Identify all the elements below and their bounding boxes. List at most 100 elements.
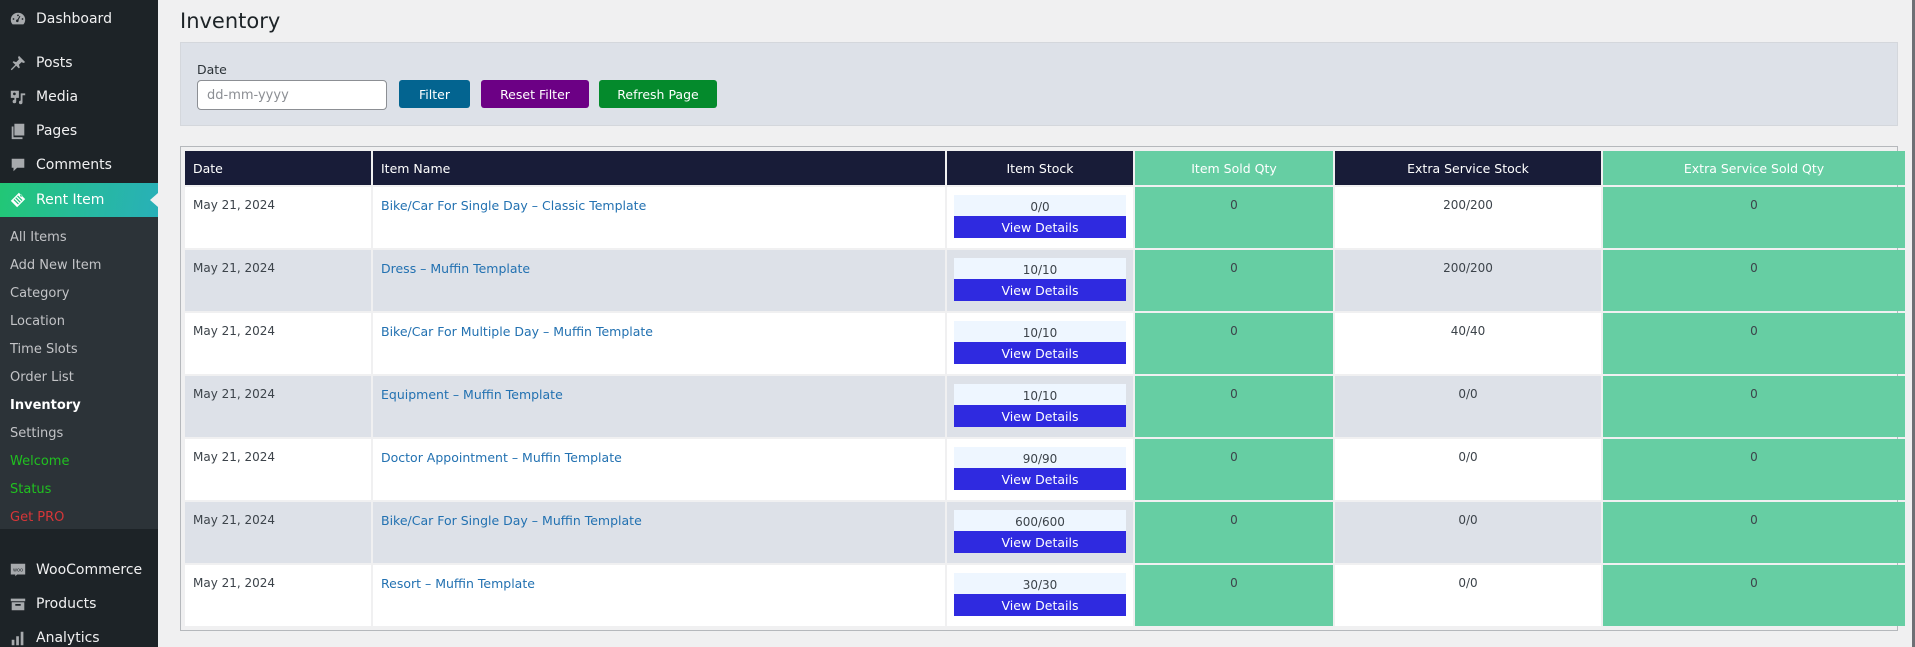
cell-item-sold-qty: 0 bbox=[1135, 376, 1333, 437]
table-row: May 21, 2024 Bike/Car For Single Day – M… bbox=[185, 502, 1905, 563]
cell-item-sold-qty: 0 bbox=[1135, 313, 1333, 374]
svg-text:woo: woo bbox=[13, 567, 23, 573]
submenu-item-get-pro[interactable]: Get PRO bbox=[0, 504, 158, 532]
view-details-button[interactable]: View Details bbox=[954, 531, 1126, 553]
cell-extra-service-sold-qty: 0 bbox=[1603, 439, 1905, 500]
submenu-item-add-new-item[interactable]: Add New Item bbox=[0, 252, 158, 280]
cell-date: May 21, 2024 bbox=[185, 313, 371, 374]
view-details-button[interactable]: View Details bbox=[954, 279, 1126, 301]
column-header-item-stock: Item Stock bbox=[947, 151, 1133, 185]
cell-item-name: Dress – Muffin Template bbox=[373, 250, 945, 311]
view-details-button[interactable]: View Details bbox=[954, 342, 1126, 364]
reset-filter-button[interactable]: Reset Filter bbox=[481, 80, 589, 108]
submenu-item-inventory[interactable]: Inventory bbox=[0, 392, 158, 420]
sidebar-item-products[interactable]: Products bbox=[0, 587, 158, 621]
cell-extra-service-sold-qty: 0 bbox=[1603, 250, 1905, 311]
view-details-button[interactable]: View Details bbox=[954, 594, 1126, 616]
sidebar-item-comments[interactable]: Comments bbox=[0, 148, 158, 182]
cell-date: May 21, 2024 bbox=[185, 250, 371, 311]
item-name-link[interactable]: Bike/Car For Single Day – Muffin Templat… bbox=[381, 513, 642, 528]
cell-extra-service-stock: 0/0 bbox=[1335, 565, 1601, 626]
tag-icon bbox=[0, 191, 36, 209]
submenu-item-time-slots[interactable]: Time Slots bbox=[0, 336, 158, 364]
sidebar-item-dashboard[interactable]: Dashboard bbox=[0, 2, 158, 36]
item-stock-value: 10/10 bbox=[954, 384, 1126, 405]
sidebar-item-label: Media bbox=[36, 89, 79, 105]
column-header-item-sold-qty: Item Sold Qty bbox=[1135, 151, 1333, 185]
cell-item-name: Bike/Car For Multiple Day – Muffin Templ… bbox=[373, 313, 945, 374]
cell-item-stock: 10/10 View Details bbox=[947, 313, 1133, 374]
sidebar-item-media[interactable]: Media bbox=[0, 80, 158, 114]
view-details-button[interactable]: View Details bbox=[954, 216, 1126, 238]
submenu-item-location[interactable]: Location bbox=[0, 308, 158, 336]
cell-item-name: Bike/Car For Single Day – Muffin Templat… bbox=[373, 502, 945, 563]
page-title: Inventory bbox=[180, 9, 281, 33]
item-stock-value: 90/90 bbox=[954, 447, 1126, 468]
submenu-item-welcome[interactable]: Welcome bbox=[0, 448, 158, 476]
table-row: May 21, 2024 Equipment – Muffin Template… bbox=[185, 376, 1905, 437]
sidebar-item-pages[interactable]: Pages bbox=[0, 114, 158, 148]
filter-button[interactable]: Filter bbox=[399, 80, 470, 108]
refresh-page-button[interactable]: Refresh Page bbox=[599, 80, 717, 108]
submenu-item-status[interactable]: Status bbox=[0, 476, 158, 504]
view-details-button[interactable]: View Details bbox=[954, 405, 1126, 427]
cell-item-sold-qty: 0 bbox=[1135, 502, 1333, 563]
sidebar-item-label: Dashboard bbox=[36, 11, 112, 27]
sidebar-item-analytics[interactable]: Analytics bbox=[0, 621, 158, 647]
cell-item-stock: 600/600 View Details bbox=[947, 502, 1133, 563]
sidebar-item-rent-item[interactable]: Rent Item bbox=[0, 183, 158, 217]
table-body: May 21, 2024 Bike/Car For Single Day – C… bbox=[185, 187, 1905, 626]
sidebar-item-woocommerce[interactable]: woo WooCommerce bbox=[0, 553, 158, 587]
cell-item-stock: 10/10 View Details bbox=[947, 250, 1133, 311]
item-stock-value: 10/10 bbox=[954, 258, 1126, 279]
archive-icon bbox=[0, 595, 36, 613]
cell-date: May 21, 2024 bbox=[185, 376, 371, 437]
rent-item-submenu: All Items Add New Item Category Location… bbox=[0, 217, 158, 529]
table-row: May 21, 2024 Dress – Muffin Template 10/… bbox=[185, 250, 1905, 311]
sidebar-item-label: WooCommerce bbox=[36, 562, 143, 578]
cell-item-stock: 90/90 View Details bbox=[947, 439, 1133, 500]
sidebar-item-posts[interactable]: Posts bbox=[0, 46, 158, 80]
date-input[interactable] bbox=[197, 80, 387, 110]
pin-icon bbox=[0, 54, 36, 72]
woo-icon: woo bbox=[0, 561, 36, 579]
column-header-extra-service-sold-qty: Extra Service Sold Qty bbox=[1603, 151, 1905, 185]
cell-extra-service-stock: 0/0 bbox=[1335, 502, 1601, 563]
cell-item-sold-qty: 0 bbox=[1135, 565, 1333, 626]
item-name-link[interactable]: Doctor Appointment – Muffin Template bbox=[381, 450, 622, 465]
sidebar-item-label: Analytics bbox=[36, 630, 100, 646]
submenu-item-settings[interactable]: Settings bbox=[0, 420, 158, 448]
column-header-date: Date bbox=[185, 151, 371, 185]
submenu-item-category[interactable]: Category bbox=[0, 280, 158, 308]
cell-extra-service-sold-qty: 0 bbox=[1603, 502, 1905, 563]
item-stock-value: 30/30 bbox=[954, 573, 1126, 594]
sidebar-item-label: Comments bbox=[36, 157, 112, 173]
item-name-link[interactable]: Equipment – Muffin Template bbox=[381, 387, 563, 402]
admin-sidebar: Dashboard Posts Media Pages Comments Ren… bbox=[0, 0, 158, 647]
item-name-link[interactable]: Bike/Car For Single Day – Classic Templa… bbox=[381, 198, 646, 213]
item-name-link[interactable]: Dress – Muffin Template bbox=[381, 261, 530, 276]
cell-item-name: Bike/Car For Single Day – Classic Templa… bbox=[373, 187, 945, 248]
cell-extra-service-stock: 40/40 bbox=[1335, 313, 1601, 374]
table-row: May 21, 2024 Bike/Car For Single Day – C… bbox=[185, 187, 1905, 248]
cell-date: May 21, 2024 bbox=[185, 502, 371, 563]
inventory-table: Date Item Name Item Stock Item Sold Qty … bbox=[183, 149, 1907, 628]
cell-item-sold-qty: 0 bbox=[1135, 439, 1333, 500]
view-details-button[interactable]: View Details bbox=[954, 468, 1126, 490]
submenu-item-order-list[interactable]: Order List bbox=[0, 364, 158, 392]
active-indicator-arrow bbox=[150, 193, 158, 207]
sidebar-item-label: Rent Item bbox=[36, 192, 105, 208]
item-name-link[interactable]: Resort – Muffin Template bbox=[381, 576, 535, 591]
item-name-link[interactable]: Bike/Car For Multiple Day – Muffin Templ… bbox=[381, 324, 653, 339]
column-header-extra-service-stock: Extra Service Stock bbox=[1335, 151, 1601, 185]
cell-item-stock: 30/30 View Details bbox=[947, 565, 1133, 626]
pages-icon bbox=[0, 122, 36, 140]
item-stock-value: 10/10 bbox=[954, 321, 1126, 342]
bar-chart-icon bbox=[0, 629, 36, 647]
cell-extra-service-sold-qty: 0 bbox=[1603, 187, 1905, 248]
comment-icon bbox=[0, 156, 36, 174]
item-stock-value: 600/600 bbox=[954, 510, 1126, 531]
cell-extra-service-stock: 200/200 bbox=[1335, 250, 1601, 311]
sidebar-item-label: Pages bbox=[36, 123, 78, 139]
submenu-item-all-items[interactable]: All Items bbox=[0, 224, 158, 252]
